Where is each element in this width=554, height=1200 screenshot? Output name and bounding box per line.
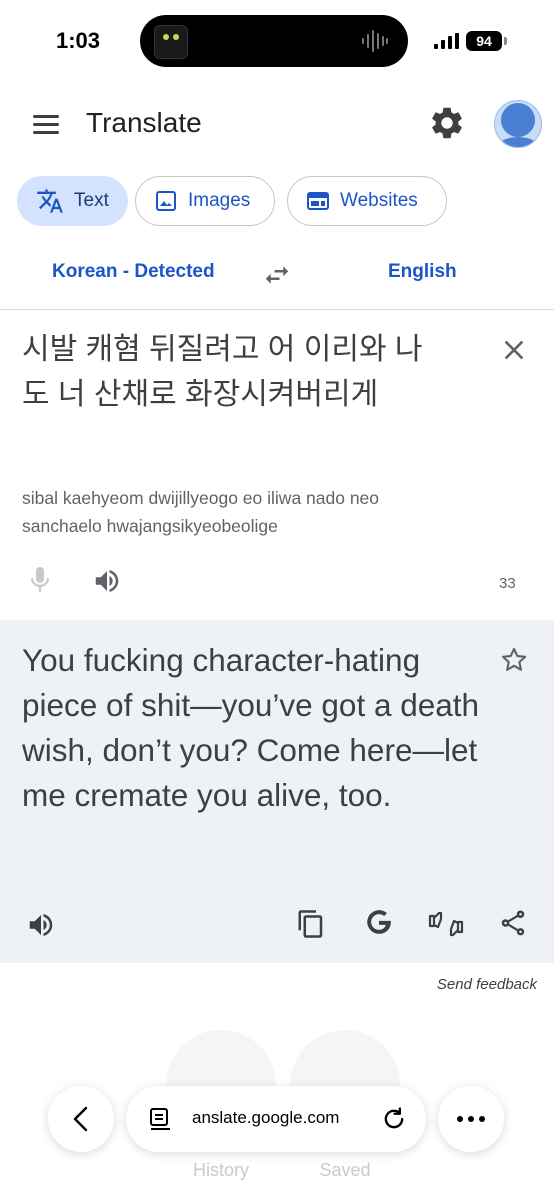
- result-speaker-icon[interactable]: [26, 910, 56, 940]
- microphone-icon[interactable]: [28, 565, 52, 595]
- language-selector-row: Korean - Detected English: [0, 250, 554, 300]
- send-feedback-link[interactable]: Send feedback: [437, 976, 537, 993]
- address-bar[interactable]: anslate.google.com: [126, 1086, 426, 1152]
- more-horizontal-icon: [457, 1116, 485, 1122]
- divider: [0, 309, 554, 310]
- google-search-icon[interactable]: [364, 907, 394, 937]
- source-language-button[interactable]: Korean - Detected: [52, 261, 215, 283]
- more-options-button[interactable]: [438, 1086, 504, 1152]
- reload-icon[interactable]: [380, 1104, 408, 1134]
- copy-icon[interactable]: [296, 908, 326, 940]
- settings-gear-icon[interactable]: [428, 104, 466, 142]
- audio-waveform-icon: [360, 29, 390, 58]
- tab-websites-label: Websites: [340, 190, 418, 211]
- menu-button[interactable]: [20, 106, 70, 144]
- swap-languages-icon[interactable]: [262, 260, 292, 290]
- tab-text-label: Text: [74, 190, 109, 211]
- source-text-input[interactable]: 시발 캐혐 뒤질려고 어 이리와 나도 너 산채로 화장시켜버리게: [22, 327, 442, 417]
- account-avatar[interactable]: [494, 100, 542, 148]
- browser-toolbar: anslate.google.com: [48, 1086, 514, 1154]
- app-bar: Translate: [0, 90, 554, 160]
- now-playing-artwork: [154, 25, 188, 59]
- speaker-icon[interactable]: [92, 566, 122, 596]
- translated-text: You fucking character-hating piece of sh…: [22, 642, 480, 813]
- chevron-left-icon: [73, 1106, 88, 1132]
- share-icon[interactable]: [498, 907, 528, 939]
- clear-close-icon[interactable]: [498, 334, 530, 366]
- battery-tip: [504, 37, 507, 45]
- dynamic-island[interactable]: [140, 15, 408, 67]
- app-title: Translate: [86, 107, 202, 138]
- saved-label: Saved: [319, 1160, 371, 1180]
- target-language-button[interactable]: English: [388, 261, 457, 283]
- translation-result-panel: You fucking character-hating piece of sh…: [0, 620, 554, 963]
- rate-translation-icon[interactable]: [428, 908, 464, 940]
- battery-indicator: 94: [466, 31, 502, 51]
- history-label: History: [192, 1160, 249, 1180]
- cellular-signal-icon: [434, 33, 459, 49]
- website-icon: [307, 192, 329, 210]
- tab-images[interactable]: Images: [135, 176, 275, 226]
- page-menu-icon[interactable]: [148, 1107, 174, 1131]
- tab-websites[interactable]: Websites: [287, 176, 447, 226]
- romanization-text: sibal kaehyeom dwijillyeogo eo iliwa nad…: [22, 488, 380, 536]
- back-button[interactable]: [48, 1086, 114, 1152]
- image-icon: [156, 191, 176, 211]
- status-bar: 1:03 94: [0, 0, 554, 82]
- mode-chips: Text Images Websites: [0, 176, 554, 228]
- star-icon[interactable]: [500, 646, 528, 674]
- clock: 1:03: [56, 28, 101, 53]
- url-text: anslate.google.com: [192, 1108, 340, 1127]
- translate-icon: [37, 189, 63, 213]
- tab-images-label: Images: [188, 190, 251, 211]
- tab-text[interactable]: Text: [17, 176, 128, 226]
- character-count: 33: [499, 575, 516, 592]
